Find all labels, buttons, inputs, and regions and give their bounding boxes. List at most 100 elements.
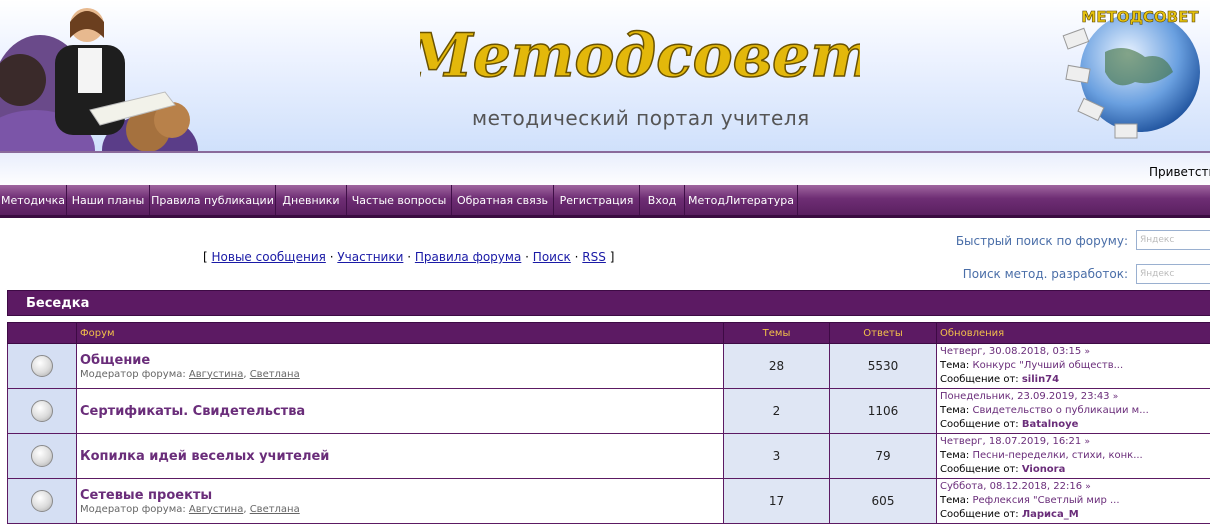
header-topics: Темы	[724, 322, 830, 344]
site-subtitle: методический портал учителя	[472, 106, 810, 130]
forum-status-icon	[31, 355, 53, 377]
forum-status-icon	[31, 490, 53, 512]
link-separator: ·	[329, 250, 334, 264]
welcome-text: Приветств	[1149, 165, 1210, 179]
menu-item-feedback[interactable]: Обратная связь	[452, 185, 554, 215]
header-updates: Обновления	[937, 322, 1210, 344]
forum-search-label: Быстрый поиск по форуму:	[955, 234, 1128, 248]
forum-table: Форум Темы Ответы Обновления Общение Мод…	[7, 322, 1210, 524]
posts-count: 605	[830, 479, 937, 524]
last-post-date: Четверг, 18.07.2019, 16:21	[940, 436, 1082, 447]
posts-count: 79	[830, 434, 937, 479]
method-search-input[interactable]: Яндекс	[1136, 264, 1210, 284]
last-author-link[interactable]: silin74	[1022, 374, 1059, 385]
table-header-row: Форум Темы Ответы Обновления	[7, 322, 1210, 344]
forum-moderators: Модератор форума: Августина, Светлана	[80, 369, 720, 380]
method-search-label: Поиск метод. разработок:	[962, 267, 1128, 281]
menu-item-publication-rules[interactable]: Правила публикации	[150, 185, 276, 215]
table-row: Сетевые проекты Модератор форума: Август…	[7, 479, 1210, 524]
header-posts: Ответы	[830, 322, 937, 344]
last-topic-label: Тема:	[940, 360, 970, 371]
menu-item-our-plans[interactable]: Наши планы	[67, 185, 150, 215]
moderator-label: Модератор форума:	[80, 368, 186, 380]
last-author-link[interactable]: Vionora	[1022, 464, 1066, 475]
topics-count: 2	[724, 389, 830, 434]
last-author-link[interactable]: Лариса_М	[1022, 509, 1079, 520]
menu-item-register[interactable]: Регистрация	[554, 185, 640, 215]
last-topic-link[interactable]: Песни-переделки, стихи, конк...	[973, 450, 1143, 461]
category-title: Беседка	[26, 296, 90, 311]
link-separator: ·	[407, 250, 412, 264]
link-forum-rules[interactable]: Правила форума	[415, 250, 521, 264]
link-separator: ·	[525, 250, 529, 264]
table-row: Сертификаты. Свидетельства 2 1106 Понеде…	[7, 389, 1210, 434]
forum-name-link[interactable]: Сетевые проекты	[80, 488, 720, 503]
moderator-link[interactable]: Августина	[189, 504, 243, 515]
forum-cell: Сертификаты. Свидетельства	[77, 389, 724, 434]
menu-item-metodliteratura[interactable]: МетодЛитература	[685, 185, 798, 215]
forum-status-cell	[7, 389, 77, 434]
topics-count: 3	[724, 434, 830, 479]
forum-cell: Сетевые проекты Модератор форума: Август…	[77, 479, 724, 524]
go-to-last-post-icon[interactable]: »	[1084, 347, 1090, 357]
forum-name-link[interactable]: Копилка идей веселых учителей	[80, 449, 720, 464]
moderator-link[interactable]: Светлана	[250, 369, 300, 380]
posts-count: 5530	[830, 344, 937, 389]
last-post-date: Четверг, 30.08.2018, 03:15	[940, 346, 1082, 357]
forum-name-link[interactable]: Общение	[80, 353, 720, 368]
forum-status-cell	[7, 344, 77, 389]
last-post-date: Понедельник, 23.09.2019, 23:43	[940, 391, 1110, 402]
last-topic-link[interactable]: Рефлексия "Светлый мир ...	[973, 495, 1120, 506]
menu-item-faq[interactable]: Частые вопросы	[347, 185, 452, 215]
last-topic-link[interactable]: Свидетельство о публикации м...	[973, 405, 1149, 416]
last-update-cell: Суббота, 08.12.2018, 22:16 » Тема: Рефле…	[937, 479, 1210, 524]
forum-cell: Общение Модератор форума: Августина, Све…	[77, 344, 724, 389]
go-to-last-post-icon[interactable]: »	[1084, 437, 1090, 447]
header-forum: Форум	[77, 322, 724, 344]
last-author-label: Сообщение от:	[940, 419, 1019, 430]
last-author-label: Сообщение от:	[940, 464, 1019, 475]
last-post-date: Суббота, 08.12.2018, 22:16	[940, 481, 1083, 492]
table-row: Общение Модератор форума: Августина, Све…	[7, 344, 1210, 389]
forum-status-cell	[7, 479, 77, 524]
menu-item-metodichka[interactable]: Методичка	[0, 185, 67, 215]
menu-item-login[interactable]: Вход	[640, 185, 685, 215]
link-rss[interactable]: RSS	[582, 250, 606, 264]
site-header: Методсовет методический портал учителя М…	[0, 0, 1210, 153]
go-to-last-post-icon[interactable]: »	[1085, 482, 1091, 492]
forum-name-link[interactable]: Сертификаты. Свидетельства	[80, 404, 720, 419]
link-search[interactable]: Поиск	[533, 250, 571, 264]
forum-status-icon	[31, 445, 53, 467]
globe-logo: МЕТОДСОВЕТ	[1062, 8, 1200, 139]
last-topic-link[interactable]: Конкурс "Лучший обществ...	[973, 360, 1124, 371]
forum-status-icon	[31, 400, 53, 422]
forum-search-input[interactable]: Яндекс	[1136, 230, 1210, 250]
last-topic-label: Тема:	[940, 495, 970, 506]
last-topic-label: Тема:	[940, 405, 970, 416]
link-members[interactable]: Участники	[337, 250, 403, 264]
table-row: Копилка идей веселых учителей 3 79 Четве…	[7, 434, 1210, 479]
menu-item-diaries[interactable]: Дневники	[276, 185, 347, 215]
link-separator: ·	[574, 250, 579, 264]
svg-text:МЕТОДСОВЕТ: МЕТОДСОВЕТ	[1081, 8, 1199, 26]
forum-quick-links: [ Новые сообщения · Участники · Правила …	[203, 250, 614, 264]
svg-text:Методсовет: Методсовет	[420, 21, 860, 91]
last-update-cell: Четверг, 18.07.2019, 16:21 » Тема: Песни…	[937, 434, 1210, 479]
welcome-strip: Приветств	[0, 151, 1210, 187]
moderator-label: Модератор форума:	[80, 503, 186, 515]
forum-moderators: Модератор форума: Августина, Светлана	[80, 504, 720, 515]
last-author-label: Сообщение от:	[940, 509, 1019, 520]
teacher-illustration	[0, 8, 198, 153]
bracket-open: [	[203, 250, 208, 264]
last-author-link[interactable]: Batalnoye	[1022, 419, 1079, 430]
topics-count: 17	[724, 479, 830, 524]
forum-status-cell	[7, 434, 77, 479]
moderator-link[interactable]: Светлана	[250, 504, 300, 515]
forum-cell: Копилка идей веселых учителей	[77, 434, 724, 479]
last-update-cell: Четверг, 30.08.2018, 03:15 » Тема: Конку…	[937, 344, 1210, 389]
link-new-posts[interactable]: Новые сообщения	[212, 250, 326, 264]
main-menu: Методичка Наши планы Правила публикации …	[0, 185, 1210, 218]
posts-count: 1106	[830, 389, 937, 434]
moderator-link[interactable]: Августина	[189, 369, 243, 380]
go-to-last-post-icon[interactable]: »	[1113, 392, 1119, 402]
